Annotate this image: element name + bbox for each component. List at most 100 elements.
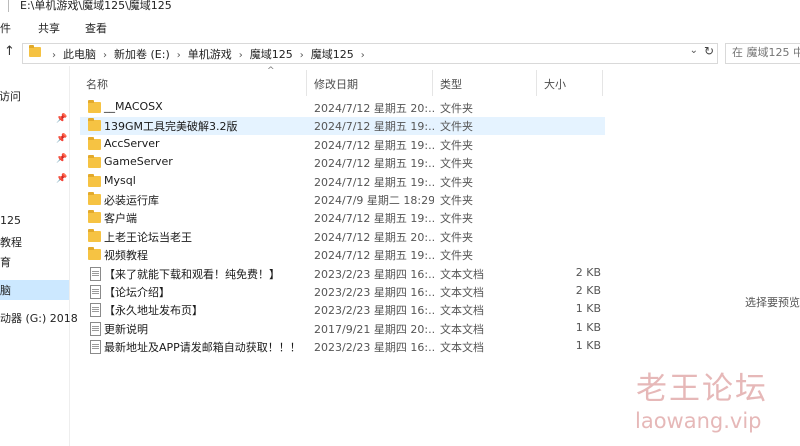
folder-icon (88, 136, 101, 150)
file-name: GameServer (104, 155, 173, 169)
breadcrumb-item[interactable]: 魔域125 (311, 46, 354, 62)
list-item[interactable]: 【永久地址发布页】 2023/2/23 星期四 16:... 文本文档 1 KB (80, 301, 605, 319)
file-name: Mysql (104, 173, 136, 187)
chevron-right-icon[interactable]: › (52, 50, 56, 61)
breadcrumb-item[interactable]: 魔域125 (250, 46, 293, 62)
up-arrow-icon[interactable]: ↑ (4, 44, 15, 59)
list-item[interactable]: __MACOSX 2024/7/12 星期五 20:... 文件夹 (80, 99, 605, 117)
nav-item-this-pc[interactable]: 脑 (0, 282, 11, 298)
list-item[interactable]: Mysql 2024/7/12 星期五 19:... 文件夹 (80, 173, 605, 191)
pin-icon[interactable]: 📌 (56, 154, 67, 164)
chevron-right-icon[interactable]: › (177, 50, 181, 61)
chevron-right-icon[interactable]: › (103, 50, 107, 61)
nav-item-quick-access[interactable]: 访问 (0, 88, 21, 104)
pin-icon[interactable]: 📌 (56, 174, 67, 184)
file-size: 1 KB (575, 339, 601, 353)
tab-view[interactable]: 查看 (85, 20, 107, 36)
refresh-icon[interactable]: ↻ (704, 44, 714, 58)
tab-file[interactable]: 件 (0, 20, 11, 36)
chevron-right-icon[interactable]: › (361, 50, 365, 61)
text-file-icon (90, 266, 101, 281)
column-divider[interactable] (602, 70, 603, 96)
file-date: 2024/7/12 星期五 19:... (314, 212, 434, 226)
breadcrumb-item[interactable]: 新加卷 (E:) (114, 46, 170, 62)
list-item[interactable]: 最新地址及APP请发邮箱自动获取！！！ 2023/2/23 星期四 16:... 文… (80, 338, 605, 356)
column-divider[interactable] (432, 70, 433, 96)
file-name: 视频教程 (104, 249, 148, 263)
file-size: 1 KB (575, 320, 601, 334)
list-item[interactable]: GameServer 2024/7/12 星期五 19:... 文件夹 (80, 154, 605, 172)
file-name: 客户端 (104, 212, 137, 226)
list-item[interactable]: 【来了就能下载和观看！纯免费！】 2023/2/23 星期四 16:... 文本文档… (80, 265, 605, 283)
nav-item[interactable]: 125 (0, 214, 21, 227)
file-date: 2024/7/12 星期五 20:... (314, 102, 434, 115)
folder-icon (88, 155, 101, 169)
file-type: 文本文档 (440, 304, 484, 318)
file-name: AccServer (104, 136, 160, 150)
watermark-url: laowang.vip (635, 409, 762, 433)
file-type: 文件夹 (440, 102, 473, 115)
list-item[interactable]: 视频教程 2024/7/12 星期五 19:... 文件夹 (80, 246, 605, 264)
column-divider[interactable] (306, 70, 307, 96)
ribbon-tabs: 件 共享 查看 (0, 14, 800, 41)
file-type: 文件夹 (440, 138, 473, 152)
column-date[interactable]: 修改日期 (314, 76, 358, 92)
text-file-icon (90, 303, 101, 318)
folder-icon (88, 100, 101, 113)
folder-icon (88, 118, 101, 132)
chevron-down-icon[interactable]: ⌄ (690, 45, 698, 56)
search-box[interactable] (725, 43, 800, 64)
pin-icon[interactable]: 📌 (56, 134, 67, 144)
nav-item[interactable]: 育 (0, 254, 11, 270)
file-date: 2024/7/12 星期五 19:... (314, 138, 434, 152)
nav-item-drive[interactable]: 动器 (G:) 2018 (0, 310, 78, 326)
column-size[interactable]: 大小 (544, 76, 566, 92)
text-file-icon (90, 285, 101, 299)
file-size: 1 KB (575, 302, 601, 316)
list-item[interactable]: 【论坛介绍】 2023/2/23 星期四 16:... 文本文档 2 KB (80, 283, 605, 301)
pin-icon[interactable]: 📌 (56, 114, 67, 124)
text-file-icon (90, 340, 101, 355)
list-item[interactable]: 上老王论坛当老王 2024/7/12 星期五 20:... 文件夹 (80, 228, 605, 246)
breadcrumb-item[interactable]: 单机游戏 (188, 46, 232, 62)
file-name: 【论坛介绍】 (104, 286, 170, 299)
chevron-right-icon[interactable]: › (239, 50, 243, 61)
file-date: 2023/2/23 星期四 16:... (314, 341, 434, 355)
column-type[interactable]: 类型 (440, 76, 462, 92)
file-type: 文件夹 (440, 175, 473, 189)
address-row: ↑ › 此电脑 › 新加卷 (E:) › 单机游戏 › 魔域125 › 魔域125 › ⌄ ↻ (0, 40, 800, 66)
column-name[interactable]: 名称 (86, 76, 108, 92)
file-type: 文件夹 (440, 249, 473, 263)
address-bar[interactable]: › 此电脑 › 新加卷 (E:) › 单机游戏 › 魔域125 › 魔域125 › ⌄ ↻ (22, 43, 718, 64)
file-size: 2 KB (575, 265, 601, 279)
file-type: 文本文档 (440, 267, 484, 281)
file-date: 2023/2/23 星期四 16:... (314, 286, 434, 299)
list-item[interactable]: 139GM工具完美破解3.2版 2024/7/12 星期五 19:... 文件夹 (80, 117, 605, 136)
file-name: 【来了就能下载和观看！纯免费！】 (104, 267, 280, 281)
file-date: 2024/7/12 星期五 19:... (314, 175, 434, 189)
tab-share[interactable]: 共享 (38, 20, 60, 36)
column-divider[interactable] (536, 70, 537, 96)
list-item[interactable]: 更新说明 2017/9/21 星期四 20:... 文本文档 1 KB (80, 320, 605, 338)
chevron-right-icon[interactable]: › (300, 50, 304, 61)
list-item[interactable]: AccServer 2024/7/12 星期五 19:... 文件夹 (80, 136, 605, 154)
list-item[interactable]: 客户端 2024/7/12 星期五 19:... 文件夹 (80, 209, 605, 227)
file-name: 必装运行库 (104, 194, 159, 207)
file-type: 文本文档 (440, 322, 484, 336)
folder-icon (88, 228, 101, 242)
title-separator (8, 0, 9, 12)
file-date: 2023/2/23 星期四 16:... (314, 267, 434, 281)
breadcrumb-item[interactable]: 此电脑 (63, 46, 96, 62)
file-name: __MACOSX (104, 100, 163, 113)
file-size: 2 KB (575, 284, 601, 297)
file-date: 2024/7/9 星期二 18:29 (314, 194, 434, 207)
list-item[interactable]: 必装运行库 2024/7/9 星期二 18:29 文件夹 (80, 191, 605, 209)
nav-item[interactable]: 教程 (0, 234, 22, 250)
file-date: 2023/2/23 星期四 16:... (314, 304, 434, 318)
file-type: 文本文档 (440, 341, 484, 355)
file-name: 上老王论坛当老王 (104, 230, 192, 244)
search-input[interactable] (732, 45, 800, 60)
file-type: 文件夹 (440, 120, 473, 134)
breadcrumb: › 此电脑 › 新加卷 (E:) › 单机游戏 › 魔域125 › 魔域125 › (45, 46, 372, 62)
file-name: 更新说明 (104, 322, 148, 336)
